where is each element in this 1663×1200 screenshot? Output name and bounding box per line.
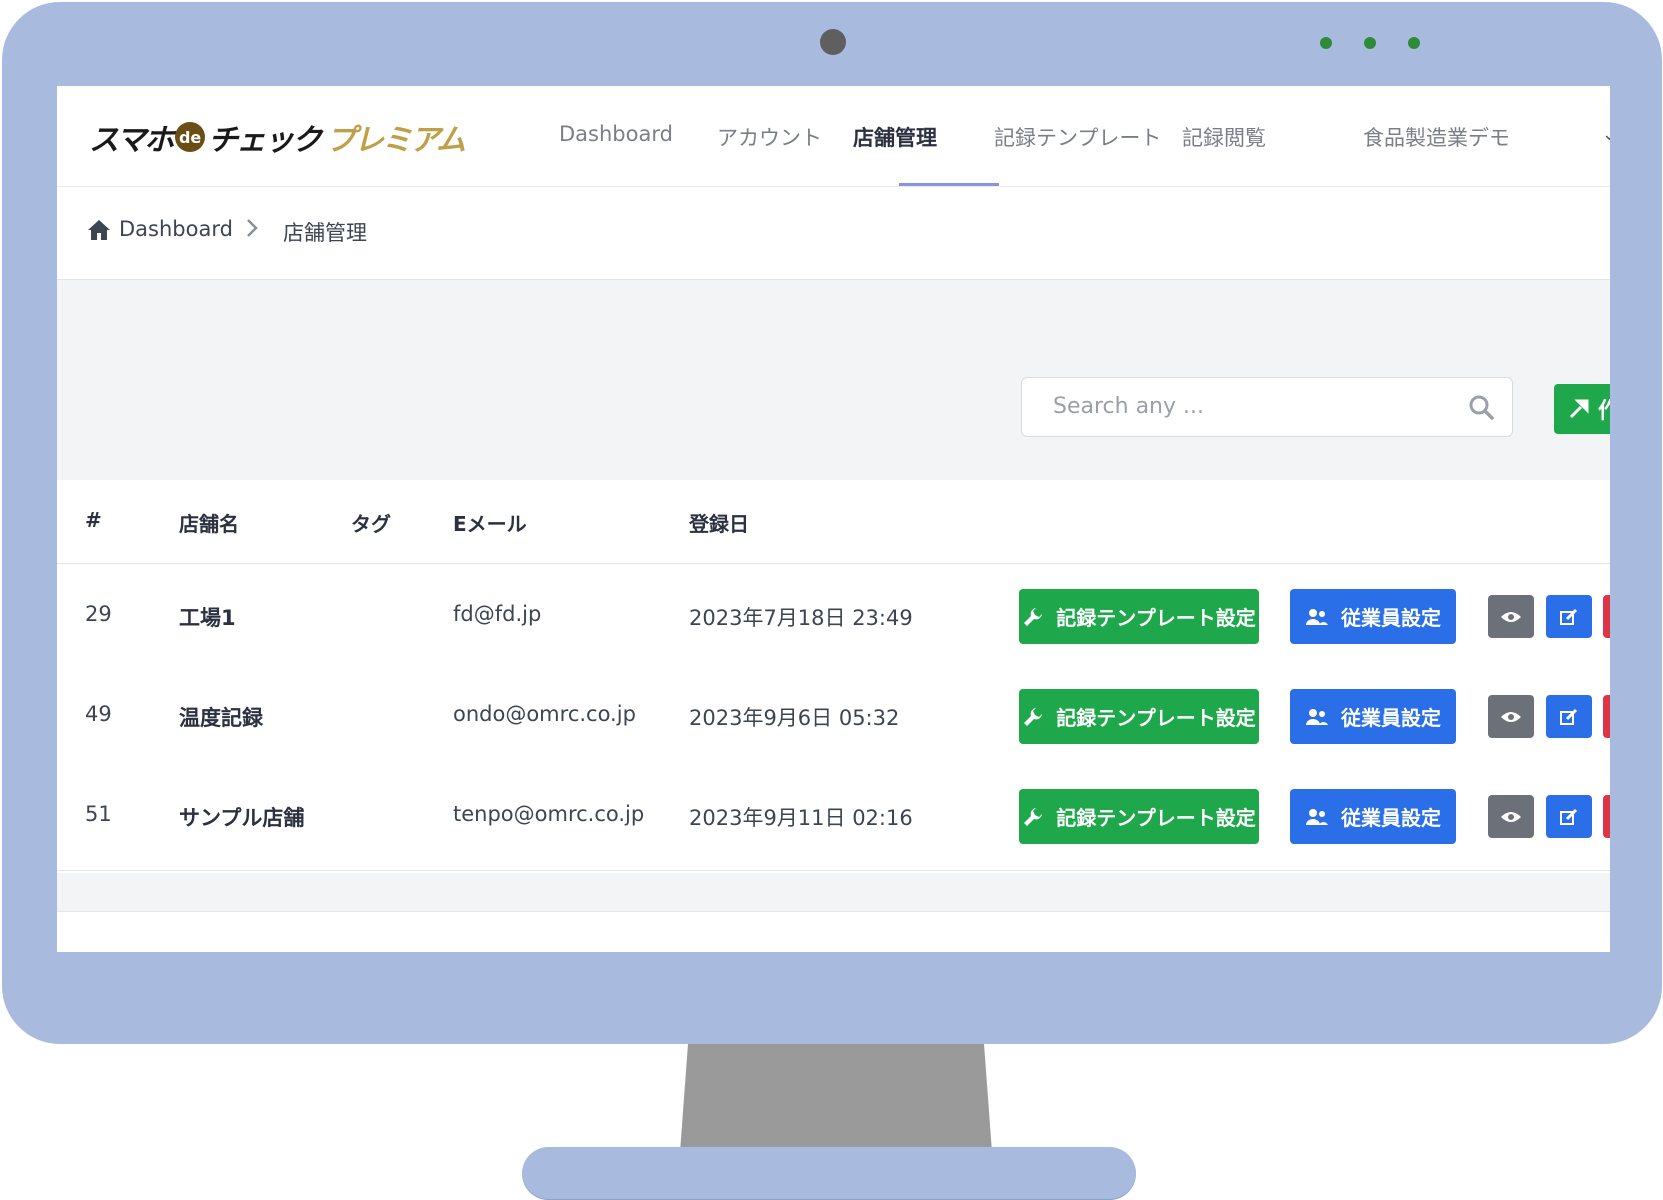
chevron-down-icon[interactable]: ⌄ (1602, 124, 1610, 145)
toolbar: Search any ... 作 (57, 280, 1610, 480)
nav-item-record-view[interactable]: 記録閲覧 (1182, 122, 1266, 152)
employee-settings-button[interactable]: 従業員設定 (1290, 689, 1456, 744)
logo-text-premium: プレミアム (326, 123, 466, 158)
cell-registered-date: 2023年7月18日 23:49 (689, 606, 913, 630)
nav-item-record-template[interactable]: 記録テンプレート (994, 122, 1161, 152)
cell-id: 29 (85, 602, 112, 626)
view-button[interactable] (1488, 795, 1534, 838)
table-footer (57, 873, 1610, 912)
table-row: 29 工場1 fd@fd.jp 2023年7月18日 23:49 記録テンプレー… (57, 564, 1610, 671)
users-icon (1306, 608, 1328, 625)
create-button-label: 作 (1598, 399, 1610, 424)
column-id: # (85, 508, 102, 532)
eye-icon (1501, 711, 1521, 722)
edit-button[interactable] (1546, 795, 1592, 838)
nav-item-store-management[interactable]: 店舗管理 (853, 122, 937, 152)
delete-button[interactable] (1603, 695, 1610, 738)
record-template-settings-button[interactable]: 記録テンプレート設定 (1019, 789, 1259, 844)
active-tab-indicator (899, 183, 999, 186)
button-label: 従業員設定 (1341, 606, 1441, 630)
record-template-settings-button[interactable]: 記録テンプレート設定 (1019, 589, 1259, 644)
view-button[interactable] (1488, 695, 1534, 738)
column-store-name: 店舗名 (179, 512, 239, 536)
indicator-light (1320, 37, 1332, 49)
eye-icon (1501, 611, 1521, 622)
cell-email: tenpo@omrc.co.jp (453, 802, 645, 826)
table-header: # 店舗名 タグ Eメール 登録日 (57, 480, 1610, 564)
cell-id: 51 (85, 802, 112, 826)
create-store-button[interactable]: 作 (1554, 384, 1610, 434)
top-navigation: スマホ de チェック プレミアム Dashboard アカウント 店舗管理 記… (57, 86, 1610, 187)
delete-button[interactable] (1603, 595, 1610, 638)
button-label: 従業員設定 (1341, 706, 1441, 730)
button-label: 記録テンプレート設定 (1056, 606, 1256, 630)
logo-badge: de (175, 122, 206, 152)
delete-button[interactable] (1603, 795, 1610, 838)
monitor-stand-neck (680, 1044, 992, 1152)
button-label: 従業員設定 (1341, 806, 1441, 830)
search-icon[interactable] (1468, 394, 1494, 420)
cell-email: ondo@omrc.co.jp (453, 702, 636, 726)
breadcrumb-separator-icon (245, 217, 259, 245)
logo-text: チェック (208, 123, 322, 158)
camera (820, 29, 846, 55)
indicator-light (1364, 37, 1376, 49)
view-button[interactable] (1488, 595, 1534, 638)
nav-item-account[interactable]: アカウント (717, 122, 822, 152)
cell-store-name: 温度記録 (179, 706, 263, 730)
search-placeholder: Search any ... (1053, 394, 1204, 419)
nav-item-dashboard[interactable]: Dashboard (559, 122, 673, 146)
monitor-stand-base (522, 1147, 1136, 1200)
edit-icon (1560, 608, 1578, 625)
cell-store-name: 工場1 (179, 606, 236, 630)
column-tag: タグ (351, 512, 391, 536)
employee-settings-button[interactable]: 従業員設定 (1290, 589, 1456, 644)
nav-item-company-menu[interactable]: 食品製造業デモ (1363, 122, 1510, 152)
column-registered-date: 登録日 (689, 512, 749, 536)
app-logo[interactable]: スマホ de チェック プレミアム (89, 116, 466, 158)
record-template-settings-button[interactable]: 記録テンプレート設定 (1019, 689, 1259, 744)
button-label: 記録テンプレート設定 (1056, 706, 1256, 730)
cell-email: fd@fd.jp (453, 602, 542, 626)
employee-settings-button[interactable]: 従業員設定 (1290, 789, 1456, 844)
search-input[interactable]: Search any ... (1021, 377, 1513, 437)
table-row: 49 温度記録 ondo@omrc.co.jp 2023年9月6日 05:32 … (57, 664, 1610, 771)
indicator-light (1408, 37, 1420, 49)
breadcrumb-current: 店舗管理 (283, 221, 367, 245)
home-icon[interactable] (87, 219, 111, 241)
eye-icon (1501, 811, 1521, 822)
app-screen: スマホ de チェック プレミアム Dashboard アカウント 店舗管理 記… (57, 86, 1610, 952)
column-email: Eメール (453, 512, 527, 536)
wrench-icon (1024, 607, 1043, 626)
logo-text: スマホ (89, 123, 174, 158)
wrench-icon (1024, 707, 1043, 726)
cell-registered-date: 2023年9月11日 02:16 (689, 806, 913, 830)
breadcrumb: Dashboard 店舗管理 (57, 187, 1610, 280)
users-icon (1306, 808, 1328, 825)
cell-store-name: サンプル店舗 (179, 806, 305, 830)
table-row: 51 サンプル店舗 tenpo@omrc.co.jp 2023年9月11日 02… (57, 764, 1610, 871)
hammer-icon (1569, 399, 1589, 419)
cell-registered-date: 2023年9月6日 05:32 (689, 706, 900, 730)
button-label: 記録テンプレート設定 (1056, 806, 1256, 830)
users-icon (1306, 708, 1328, 725)
wrench-icon (1024, 807, 1043, 826)
cell-id: 49 (85, 702, 112, 726)
edit-button[interactable] (1546, 695, 1592, 738)
edit-icon (1560, 708, 1578, 725)
edit-icon (1560, 808, 1578, 825)
monitor-frame: スマホ de チェック プレミアム Dashboard アカウント 店舗管理 記… (2, 2, 1662, 1044)
breadcrumb-home[interactable]: Dashboard (119, 217, 233, 241)
edit-button[interactable] (1546, 595, 1592, 638)
